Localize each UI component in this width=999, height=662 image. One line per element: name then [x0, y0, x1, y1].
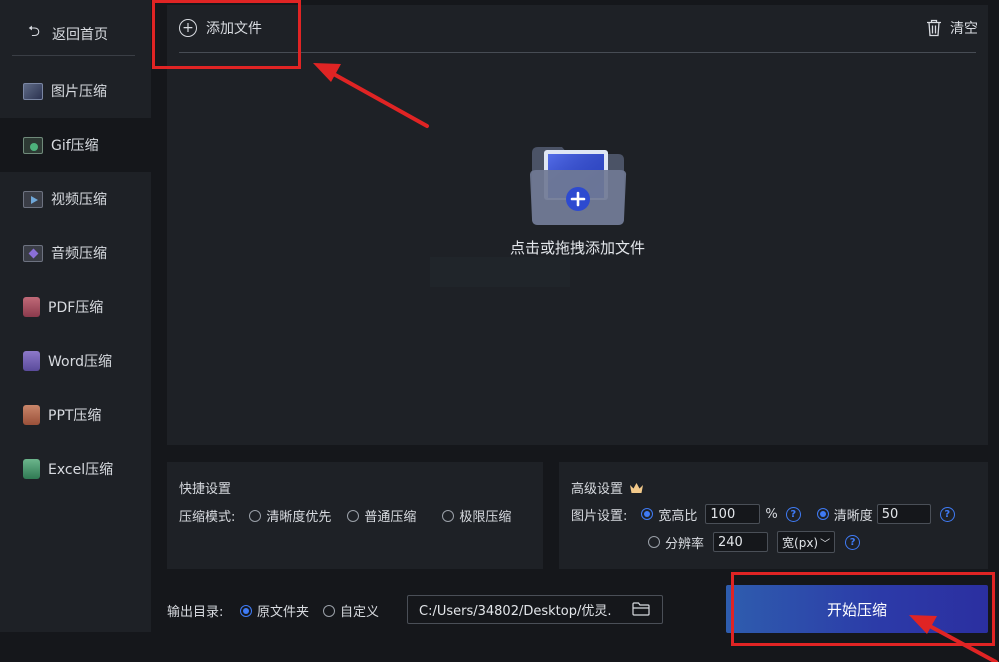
file-drop-zone[interactable]: + 添加文件 清空 点击或拖拽添加文件 [167, 5, 988, 445]
mode-option-label: 清晰度优先 [266, 510, 332, 525]
excel-compress-icon [23, 459, 40, 479]
quick-settings-panel: 快捷设置 压缩模式: 清晰度优先 普通压缩 极限压缩 [167, 462, 543, 569]
clarity-option[interactable]: 清晰度 [816, 505, 873, 524]
radio-icon [323, 604, 336, 617]
radio-selected-icon [641, 508, 654, 520]
mode-option-label: 普通压缩 [364, 510, 417, 525]
sidebar-item-word[interactable]: Word压缩 [0, 334, 151, 388]
crown-icon [630, 482, 644, 493]
word-compress-icon [23, 351, 40, 371]
image-settings-label: 图片设置: [571, 508, 628, 524]
radio-icon [648, 536, 660, 548]
clear-button[interactable]: 清空 [926, 18, 978, 38]
file-toolbar: + 添加文件 清空 [179, 5, 978, 53]
radio-icon [249, 509, 262, 522]
sidebar-item-label: Excel压缩 [48, 462, 114, 478]
output-option-custom-label: 自定义 [340, 605, 380, 620]
chevron-down-icon: ﹀ [820, 538, 831, 550]
clarity-input[interactable]: 50 [876, 504, 931, 524]
resolution-row: 分辨率 240 宽(px) ﹀ ? [648, 531, 861, 553]
video-compress-icon [23, 190, 43, 208]
clarity-label: 清晰度 [833, 508, 873, 524]
output-path-field[interactable]: C:/Users/34802/Desktop/优灵. [407, 595, 663, 624]
compress-mode-row: 压缩模式: 清晰度优先 普通压缩 极限压缩 [179, 506, 511, 525]
sidebar-item-label: 音频压缩 [51, 246, 107, 262]
mode-option-normal[interactable]: 普通压缩 [347, 506, 416, 525]
sidebar-item-image[interactable]: 图片压缩 [0, 64, 151, 118]
image-compress-icon [23, 82, 43, 100]
resolution-option[interactable]: 分辨率 [648, 533, 704, 552]
aspect-ratio-option[interactable]: 宽高比 [641, 505, 697, 524]
back-home-button[interactable]: ⮌ 返回首页 [12, 12, 135, 56]
audio-compress-icon [23, 244, 43, 262]
aspect-ratio-label: 宽高比 [658, 508, 698, 524]
sidebar-item-label: PPT压缩 [48, 408, 102, 424]
resolution-help-icon[interactable]: ? [845, 534, 861, 550]
image-settings-row: 图片设置: 宽高比 100 % ? 清晰度 50 ? [571, 504, 955, 524]
output-option-original-label: 原文件夹 [257, 605, 310, 620]
sidebar-item-label: Gif压缩 [51, 138, 99, 154]
add-circle-icon: + [179, 19, 197, 37]
compress-mode-label: 压缩模式: [179, 510, 236, 525]
sidebar-item-label: 视频压缩 [51, 192, 107, 208]
radio-icon [347, 509, 360, 522]
output-option-custom[interactable]: 自定义 [323, 601, 379, 620]
radio-selected-icon [816, 508, 829, 520]
mode-option-label: 极限压缩 [459, 510, 512, 525]
sidebar-item-pdf[interactable]: PDF压缩 [0, 280, 151, 334]
clarity-help-icon[interactable]: ? [939, 506, 955, 522]
drop-hint-text: 点击或拖拽添加文件 [509, 239, 645, 257]
sidebar-item-label: PDF压缩 [48, 300, 104, 316]
output-path-text: C:/Users/34802/Desktop/优灵. [419, 604, 612, 619]
folder-open-icon[interactable] [632, 602, 650, 616]
output-option-original[interactable]: 原文件夹 [240, 601, 309, 620]
quick-settings-title: 快捷设置 [179, 482, 232, 497]
output-dir-label: 输出目录: [167, 605, 224, 620]
sidebar-item-video[interactable]: 视频压缩 [0, 172, 151, 226]
sidebar-item-audio[interactable]: 音频压缩 [0, 226, 151, 280]
aspect-ratio-input[interactable]: 100 [705, 504, 761, 524]
advanced-settings-panel: 高级设置 图片设置: 宽高比 100 % ? 清晰度 50 ? 分辨率 240 … [559, 462, 988, 569]
sidebar-nav: 图片压缩 Gif压缩 视频压缩 音频压缩 PDF压缩 Word压缩 PPT压缩 [0, 64, 151, 496]
sidebar-item-excel[interactable]: Excel压缩 [0, 442, 151, 496]
start-compress-button[interactable]: 开始压缩 [726, 585, 988, 633]
back-home-label: 返回首页 [52, 26, 109, 43]
output-dir-options: 原文件夹 自定义 [240, 601, 379, 620]
resolution-label: 分辨率 [665, 536, 705, 552]
clear-label: 清空 [950, 21, 978, 37]
resolution-input[interactable]: 240 [713, 532, 769, 552]
drop-zone-shadow [430, 257, 570, 287]
sidebar-item-gif[interactable]: Gif压缩 [0, 118, 151, 172]
percent-sign: % [765, 506, 778, 522]
advanced-title-text: 高级设置 [571, 482, 624, 497]
back-arrow-icon: ⮌ [28, 22, 41, 40]
aspect-help-icon[interactable]: ? [785, 506, 801, 522]
sidebar-item-label: Word压缩 [48, 354, 112, 370]
advanced-settings-title: 高级设置 [571, 478, 644, 497]
sidebar: ⮌ 返回首页 图片压缩 Gif压缩 视频压缩 音频压缩 PDF压缩 Word压缩 [0, 0, 151, 632]
add-file-label: 添加文件 [206, 21, 262, 37]
sidebar-item-label: 图片压缩 [51, 84, 107, 100]
ppt-compress-icon [23, 405, 40, 425]
pdf-compress-icon [23, 297, 40, 317]
add-file-button[interactable]: + 添加文件 [179, 18, 262, 38]
gif-compress-icon [23, 136, 43, 154]
radio-icon [442, 509, 455, 522]
mode-option-extreme[interactable]: 极限压缩 [442, 506, 511, 525]
mode-option-clarity[interactable]: 清晰度优先 [249, 506, 331, 525]
resolution-unit-select[interactable]: 宽(px) ﹀ [777, 531, 836, 553]
resolution-unit-value: 宽(px) [782, 535, 819, 550]
trash-icon [927, 19, 941, 37]
sidebar-item-ppt[interactable]: PPT压缩 [0, 388, 151, 442]
radio-selected-icon [240, 604, 252, 617]
add-folder-icon[interactable] [528, 143, 628, 227]
